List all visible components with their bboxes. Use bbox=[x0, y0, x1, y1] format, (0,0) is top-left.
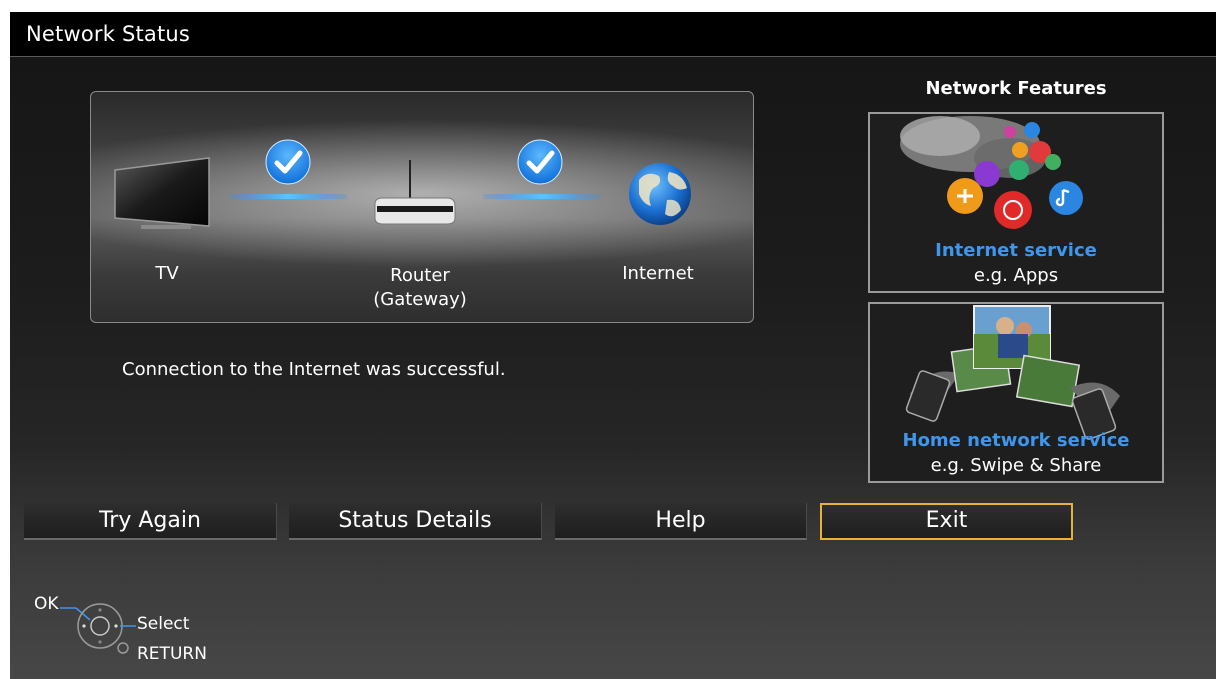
feature-name: Home network service bbox=[902, 430, 1130, 451]
feature-internet-service: Internet service e.g. Apps bbox=[868, 112, 1164, 293]
status-details-button[interactable]: Status Details bbox=[289, 503, 542, 540]
connection-diagram-panel: TV Router (Gateway) Internet bbox=[90, 91, 754, 323]
feature-example: e.g. Swipe & Share bbox=[930, 455, 1102, 476]
connection-status-message: Connection to the Internet was successfu… bbox=[122, 359, 506, 380]
remote-hint: OK Select RETURN bbox=[10, 582, 270, 679]
check-icon bbox=[265, 139, 311, 185]
return-hint-label: RETURN bbox=[137, 644, 207, 664]
try-again-button[interactable]: Try Again bbox=[24, 503, 277, 540]
header-bar: Network Status bbox=[10, 12, 1216, 57]
node-label-tv: TV bbox=[155, 263, 179, 284]
select-hint-label: Select bbox=[137, 614, 190, 634]
router-label: Router bbox=[390, 265, 450, 286]
link-tv-router bbox=[229, 194, 347, 199]
check-icon bbox=[517, 139, 563, 185]
feature-example: e.g. Apps bbox=[973, 265, 1059, 286]
node-label-internet: Internet bbox=[622, 263, 694, 284]
router-sublabel: (Gateway) bbox=[373, 289, 467, 310]
node-label-router: Router (Gateway) bbox=[340, 264, 500, 312]
feature-home-network-service: Home network service e.g. Swipe & Share bbox=[868, 302, 1164, 483]
features-title: Network Features bbox=[925, 78, 1107, 99]
router-icon bbox=[374, 160, 456, 225]
globe-icon bbox=[629, 163, 691, 225]
exit-button[interactable]: Exit bbox=[820, 503, 1073, 540]
ok-hint-label: OK bbox=[34, 594, 59, 614]
help-button[interactable]: Help bbox=[555, 503, 807, 540]
feature-name: Internet service bbox=[935, 240, 1097, 261]
page-title: Network Status bbox=[26, 22, 191, 46]
tv-icon bbox=[114, 157, 210, 229]
link-router-internet bbox=[483, 194, 601, 199]
remote-dpad-icon bbox=[60, 603, 136, 654]
network-status-screen: Network Status TV Router (Gateway) Inter… bbox=[10, 12, 1216, 679]
